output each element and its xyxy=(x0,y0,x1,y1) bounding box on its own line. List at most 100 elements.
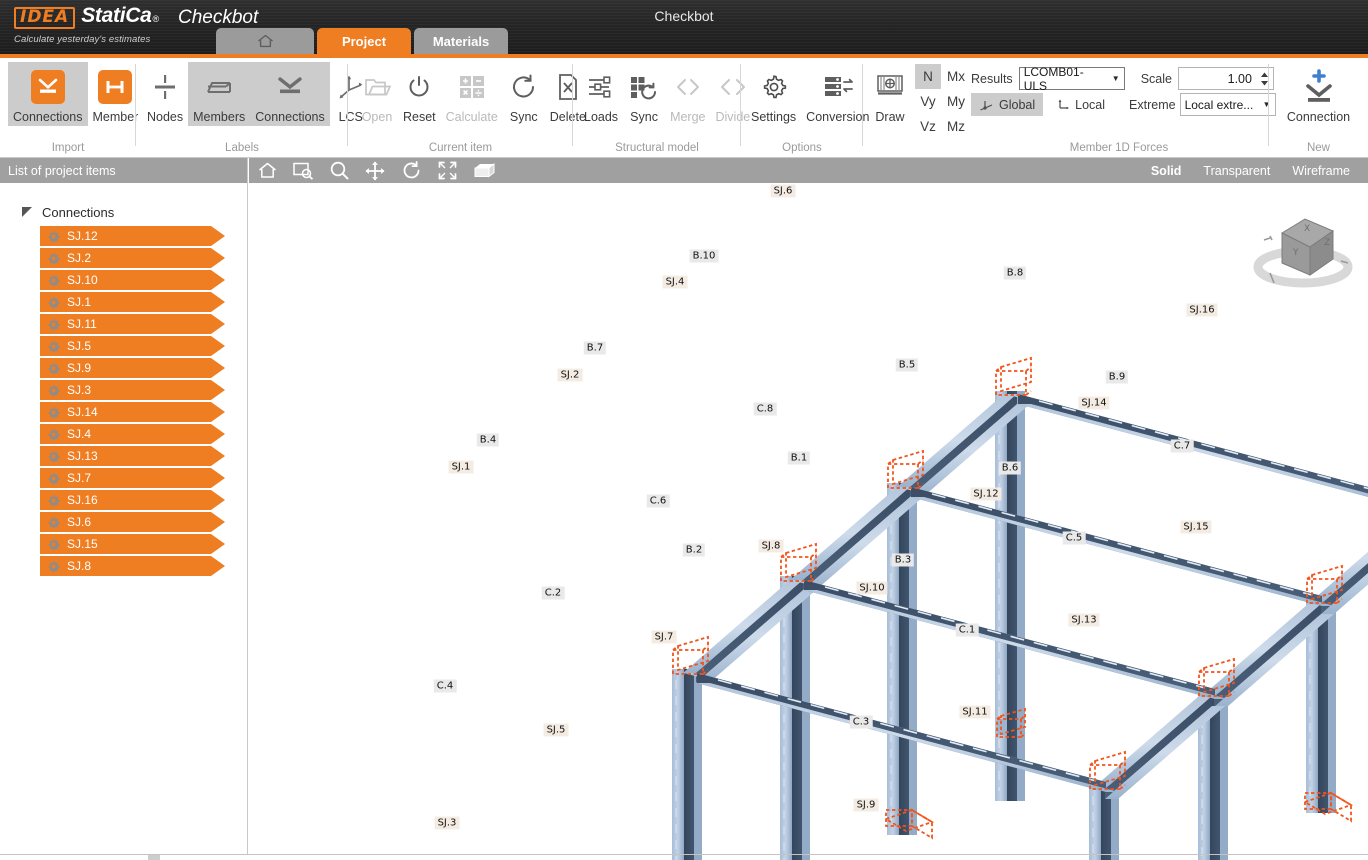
options-settings-label: Settings xyxy=(751,110,797,124)
force-component-vy[interactable]: Vy xyxy=(915,89,941,114)
ribbon-group-structural-model-title: Structural model xyxy=(615,142,699,154)
home-icon xyxy=(257,34,274,48)
labels-nodes-button[interactable]: Nodes xyxy=(142,62,188,126)
scale-value: 1.00 xyxy=(1227,71,1252,86)
tab-home[interactable] xyxy=(216,28,314,54)
joint-label: SJ.14 xyxy=(1078,396,1110,410)
view-orientation-cube[interactable]: Y Z X xyxy=(1248,205,1358,297)
labels-connections-button[interactable]: Connections xyxy=(250,62,330,126)
current-calculate-button[interactable]: Calculate xyxy=(441,62,503,126)
folder-open-icon xyxy=(365,79,391,96)
gear-icon xyxy=(47,296,60,309)
render-mode-transparent[interactable]: Transparent xyxy=(1203,164,1270,178)
ribbon-group-labels: Nodes Members Connections LCS Labels xyxy=(136,58,363,158)
box-view-icon[interactable] xyxy=(465,158,501,183)
model-canvas[interactable]: SJ.6 SJ.4 SJ.16 SJ.2 SJ.14 SJ.1 SJ.12 SJ.15 SJ.8… xyxy=(249,183,1368,860)
list-item-label: SJ.11 xyxy=(67,317,97,331)
gear-icon xyxy=(47,384,60,397)
list-item[interactable]: SJ.4 xyxy=(40,424,225,444)
force-component-n[interactable]: N xyxy=(915,64,941,89)
coord-global-toggle[interactable]: Global xyxy=(971,93,1044,116)
gear-icon xyxy=(47,230,60,243)
list-item[interactable]: SJ.11 xyxy=(40,314,225,334)
coord-local-toggle[interactable]: Local xyxy=(1047,93,1113,116)
beam-label: B.7 xyxy=(583,341,607,355)
force-component-mx[interactable]: Mx xyxy=(941,64,971,89)
local-axes-icon xyxy=(1058,99,1070,110)
import-connections-button[interactable]: Connections xyxy=(8,62,88,126)
list-item[interactable]: SJ.7 xyxy=(40,468,225,488)
current-open-button[interactable]: Open xyxy=(356,62,398,126)
viewport-toolbar: Solid Transparent Wireframe xyxy=(249,158,1368,183)
joint-label: SJ.3 xyxy=(434,816,460,830)
joint-label: SJ.10 xyxy=(856,581,888,595)
current-reset-button[interactable]: Reset xyxy=(398,62,441,126)
svg-text:Z: Z xyxy=(1324,238,1330,248)
force-component-vz[interactable]: Vz xyxy=(915,114,941,139)
options-settings-button[interactable]: Settings xyxy=(746,62,801,126)
tab-project[interactable]: Project xyxy=(317,28,411,54)
zoom-window-icon[interactable] xyxy=(285,158,321,183)
list-item[interactable]: SJ.2 xyxy=(40,248,225,268)
gear-icon xyxy=(47,472,60,485)
project-items-header: List of project items xyxy=(0,158,247,183)
gear-icon xyxy=(47,450,60,463)
list-item[interactable]: SJ.5 xyxy=(40,336,225,356)
current-sync-button[interactable]: Sync xyxy=(503,62,545,126)
ribbon-group-options: Settings Conversion Options xyxy=(741,58,869,158)
force-component-my[interactable]: My xyxy=(941,89,971,114)
gear-icon xyxy=(47,538,60,551)
list-item[interactable]: SJ.9 xyxy=(40,358,225,378)
scrollbar-thumb[interactable] xyxy=(148,855,160,860)
fit-to-screen-icon[interactable] xyxy=(429,158,465,183)
zoom-icon[interactable] xyxy=(321,158,357,183)
force-component-mz[interactable]: Mz xyxy=(941,114,971,139)
gear-icon xyxy=(47,516,60,529)
joint-label: SJ.6 xyxy=(770,184,796,198)
joint-sj6 xyxy=(995,356,1032,396)
coord-local-label: Local xyxy=(1075,97,1106,112)
member-icon xyxy=(98,70,133,104)
rotate-icon[interactable] xyxy=(393,158,429,183)
list-item[interactable]: SJ.14 xyxy=(40,402,225,422)
ribbon-toolbar: Connections Member Import Nodes Members xyxy=(0,58,1368,158)
beam-label: B.1 xyxy=(787,451,811,465)
home-view-icon[interactable] xyxy=(249,158,285,183)
structural-merge-button[interactable]: Merge xyxy=(665,62,710,126)
ribbon-group-new-title: New xyxy=(1306,142,1330,154)
structural-loads-button[interactable]: Loads xyxy=(579,62,623,126)
forces-draw-button[interactable]: Draw xyxy=(869,62,911,126)
tree-node-connections[interactable]: Connections xyxy=(0,201,247,223)
list-item[interactable]: SJ.10 xyxy=(40,270,225,290)
ribbon-group-member-forces-title: Member 1D Forces xyxy=(1069,142,1169,154)
render-mode-solid[interactable]: Solid xyxy=(1151,164,1182,178)
project-items-panel: List of project items Connections SJ.12 S… xyxy=(0,158,248,860)
tab-materials[interactable]: Materials xyxy=(414,28,508,54)
expand-collapse-icon[interactable] xyxy=(22,207,32,217)
list-item[interactable]: SJ.3 xyxy=(40,380,225,400)
list-item[interactable]: SJ.12 xyxy=(40,226,225,246)
ribbon-group-import-title: Import xyxy=(51,142,85,154)
extreme-select[interactable]: Local extre... ▼ xyxy=(1179,93,1276,116)
list-item[interactable]: SJ.13 xyxy=(40,446,225,466)
options-conversion-label: Conversion xyxy=(806,110,870,124)
list-item[interactable]: SJ.16 xyxy=(40,490,225,510)
list-item[interactable]: SJ.1 xyxy=(40,292,225,312)
current-open-label: Open xyxy=(361,110,393,124)
list-item-label: SJ.3 xyxy=(67,383,92,397)
new-connection-button[interactable]: Connection xyxy=(1282,62,1355,126)
joint-label: SJ.16 xyxy=(1186,303,1218,317)
pan-icon[interactable] xyxy=(357,158,393,183)
list-item[interactable]: SJ.15 xyxy=(40,534,225,554)
list-item[interactable]: SJ.6 xyxy=(40,512,225,532)
labels-members-button[interactable]: Members xyxy=(188,62,251,126)
beam-label: B.6 xyxy=(998,461,1022,475)
column-c2 xyxy=(780,576,810,860)
column-c8 xyxy=(995,391,1025,801)
ribbon-group-structural-model: Loads Sync Merge Divide Structural model xyxy=(573,58,750,158)
render-mode-wireframe[interactable]: Wireframe xyxy=(1292,164,1350,178)
scale-stepper[interactable]: 1.00 xyxy=(1177,67,1274,90)
structural-sync-button[interactable]: Sync xyxy=(623,62,665,126)
list-item[interactable]: SJ.8 xyxy=(40,556,225,576)
load-combination-select[interactable]: LCOMB01-ULS ▼ xyxy=(1018,65,1125,93)
